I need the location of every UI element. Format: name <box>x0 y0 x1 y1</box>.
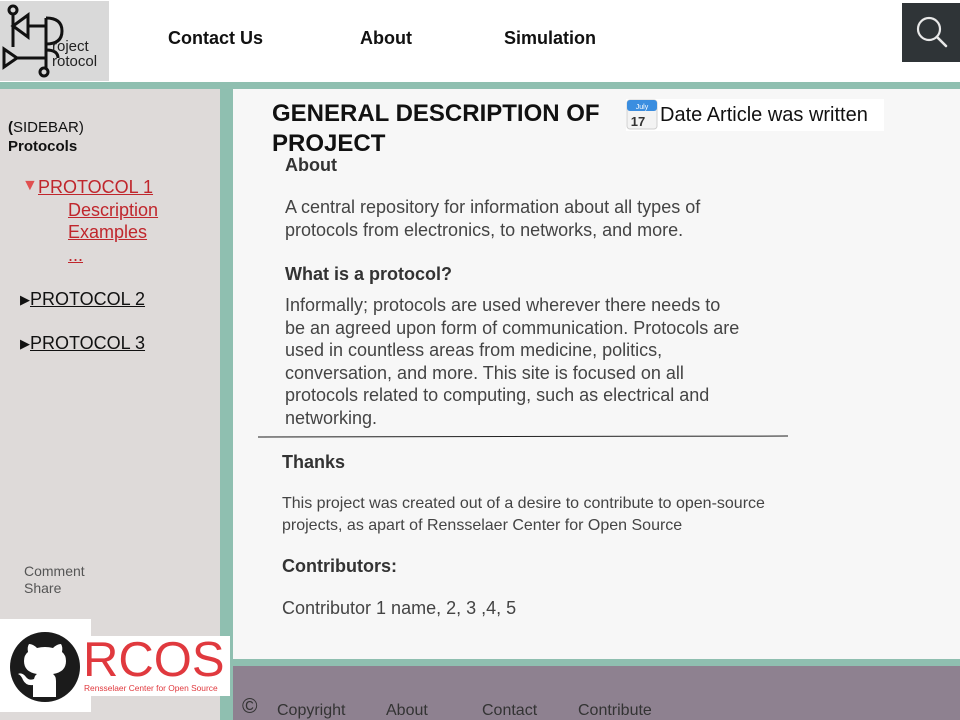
sidebar-label: SIDEBAR) <box>13 119 84 136</box>
header: roject rotocol Contact Us About Simulati… <box>0 0 960 82</box>
contributors-text: Contributor 1 name, 2, 3 ,4, 5 <box>282 598 517 618</box>
rcos-logo[interactable]: RCOS Rensselaer Center for Open Source <box>82 633 230 696</box>
sidebar-subitem-more[interactable]: ... <box>68 245 83 266</box>
svg-text:17: 17 <box>631 114 645 129</box>
sidebar-item-protocol-2[interactable]: PROTOCOL 2 <box>30 289 145 310</box>
footer-contribute-link[interactable]: Contribute <box>578 702 652 720</box>
collapsed-triangle-icon[interactable]: ▶ <box>20 292 30 308</box>
svg-text:July: July <box>636 104 649 111</box>
protocol-heading: What is a protocol? <box>285 264 453 284</box>
github-logo-box[interactable] <box>0 619 91 712</box>
nav-simulation[interactable]: Simulation <box>504 28 596 49</box>
thanks-text: This project was created out of a desire… <box>282 495 765 534</box>
expanded-triangle-icon[interactable]: ▼ <box>22 177 38 195</box>
nav-contact-us[interactable]: Contact Us <box>168 28 263 49</box>
thanks-heading: Thanks <box>282 452 346 472</box>
header-divider-band <box>0 82 960 89</box>
comment-link[interactable]: Comment <box>24 563 85 580</box>
sidebar-separator <box>220 89 233 720</box>
share-link[interactable]: Share <box>24 580 85 597</box>
rcos-logo-text: RCOS <box>83 636 225 687</box>
github-icon <box>10 632 80 702</box>
contributors-heading: Contributors: <box>282 556 397 576</box>
sidebar-actions: Comment Share <box>24 563 85 597</box>
copyright-icon: © <box>242 695 258 718</box>
page-title: GENERAL DESCRIPTION OF PROJECT <box>272 100 600 157</box>
footer-copyright-link[interactable]: Copyright <box>277 702 345 720</box>
sidebar-subitem-examples[interactable]: Examples <box>68 222 147 243</box>
article-date: July 17 Date Article was written <box>626 99 884 131</box>
logo-text-line2: rotocol <box>52 53 98 70</box>
search-button[interactable] <box>902 3 960 62</box>
sidebar-subitem-description[interactable]: Description <box>68 200 158 221</box>
date-label: Date Article was written <box>660 104 868 126</box>
calendar-icon: July 17 <box>626 99 658 130</box>
about-heading: About <box>285 155 337 175</box>
rcos-logo-subtitle: Rensselaer Center for Open Source <box>84 683 218 693</box>
nav-about[interactable]: About <box>360 28 412 49</box>
sidebar-protocols-heading: Protocols <box>8 138 78 155</box>
collapsed-triangle-icon[interactable]: ▶ <box>20 336 30 352</box>
footer-contact-link[interactable]: Contact <box>482 702 537 720</box>
logo-text-line1: roject <box>52 38 89 55</box>
footer-about-link[interactable]: About <box>386 702 428 720</box>
sidebar-item-protocol-3[interactable]: PROTOCOL 3 <box>30 333 145 354</box>
project-protocol-logo[interactable]: roject rotocol <box>0 1 109 81</box>
protocol-text: Informally; protocols are used wherever … <box>285 295 740 428</box>
footer-divider-band <box>233 659 960 666</box>
search-icon <box>916 16 948 48</box>
about-text: A central repository for information abo… <box>285 197 701 240</box>
sidebar-item-protocol-1[interactable]: PROTOCOL 1 <box>38 177 153 198</box>
sidebar-heading: (SIDEBAR) Protocols <box>8 118 84 156</box>
